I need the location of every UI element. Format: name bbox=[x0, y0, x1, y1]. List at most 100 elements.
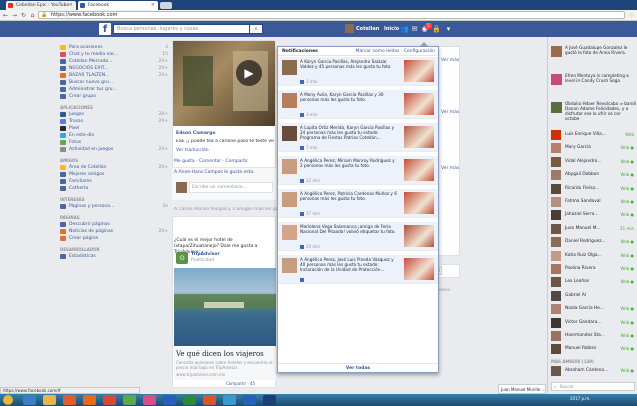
paint-taskbar-icon[interactable] bbox=[143, 395, 156, 405]
chat-friend-row[interactable]: Manuel Robles Web ● bbox=[551, 343, 636, 355]
media-taskbar-icon[interactable] bbox=[63, 395, 76, 405]
chat-friend-row[interactable]: Paolina Rivera Web ● bbox=[551, 263, 636, 275]
notification-item[interactable]: A Angélica Perez, José Luis Pineda Vázqu… bbox=[278, 255, 438, 284]
ie-taskbar-icon[interactable] bbox=[23, 395, 36, 405]
nav-item[interactable]: NEGOCIOS EXIT... 20+ bbox=[60, 65, 170, 72]
nav-item[interactable]: Juegos 20+ bbox=[60, 111, 170, 118]
outlook-taskbar-icon[interactable] bbox=[243, 395, 256, 405]
notification-item[interactable]: A Angélica Perez, Patricia Cardenas Muño… bbox=[278, 189, 438, 218]
home-link[interactable]: Inicio bbox=[384, 26, 399, 32]
likes-line[interactable]: A Anne-Hans Campos le gusta esto. bbox=[174, 170, 255, 176]
comment-input[interactable]: Escribe un comentario... bbox=[189, 182, 273, 193]
notification-item[interactable]: A Karyn Garcia Pasillas, Alejandro Salaz… bbox=[278, 57, 438, 86]
chat-friend-row[interactable]: Fatima Sandoval Web ● bbox=[551, 196, 636, 208]
search-icon[interactable]: ⌕ bbox=[249, 24, 263, 34]
chat-friend-row[interactable]: Jahaziel Serra... Web ● bbox=[551, 209, 636, 221]
post-actions[interactable]: Me gusta · Comentar · Compartir bbox=[174, 159, 248, 165]
ticker-story[interactable]: Obdulio Hdaer Revolcaba ⇒ bandi Danon Ad… bbox=[551, 101, 636, 125]
nav-item[interactable]: Estadísticas bbox=[60, 253, 170, 260]
nav-item[interactable]: Cotellan Mercado... 20+ bbox=[60, 58, 170, 65]
notification-item[interactable]: A Lupita Ortiz Merida, Karyn Garcia Pasi… bbox=[278, 123, 438, 152]
see-more-link[interactable]: Ver más bbox=[441, 110, 459, 116]
nav-item[interactable]: Buscar nuevo gru... bbox=[60, 79, 170, 86]
browser-tab-facebook[interactable]: Facebook × bbox=[78, 1, 158, 10]
nav-item[interactable]: Chat y tu media nar... 15 bbox=[60, 51, 170, 58]
chat-friend-row[interactable]: Juan Manuel M... 21 min bbox=[551, 223, 636, 235]
new-tab-button[interactable] bbox=[160, 2, 172, 9]
friend-requests-icon[interactable]: 👥 bbox=[400, 24, 409, 34]
chat-tab[interactable]: Juan Manuel Murillo ... bbox=[498, 384, 546, 394]
nav-item[interactable]: Trosas 20+ bbox=[60, 118, 170, 125]
messages-icon[interactable]: ✉ bbox=[410, 24, 419, 34]
nav-item[interactable]: Crear grupo bbox=[60, 93, 170, 100]
play-button-icon[interactable]: ▶ bbox=[236, 60, 262, 86]
nav-item[interactable]: Administrar tus gru... bbox=[60, 86, 170, 93]
chat-friend-row[interactable]: Lex Leaños Web ● bbox=[551, 276, 636, 288]
cam-taskbar-icon[interactable] bbox=[223, 395, 236, 405]
chat-friend-row[interactable]: Mary García Web ● bbox=[551, 142, 636, 154]
nav-item[interactable]: Descubrir páginas bbox=[60, 221, 170, 228]
ticker-story[interactable]: A José Guadalupe Gonzalez le gustó la fo… bbox=[551, 45, 636, 69]
ticker-story[interactable]: Efren Montoya is completing a level in C… bbox=[551, 73, 636, 97]
chat-friend-row[interactable]: Abygail Dobbon Web ● bbox=[551, 169, 636, 181]
see-all-notifications-link[interactable]: Ver todas bbox=[278, 363, 438, 372]
video-thumbnail[interactable] bbox=[173, 41, 275, 126]
chrome-taskbar-icon[interactable] bbox=[103, 395, 116, 405]
word-taskbar-icon[interactable] bbox=[163, 395, 176, 405]
facebook-logo[interactable]: f bbox=[99, 23, 111, 35]
browser-tab-youtube[interactable]: Cebollan Epic - YouTube × bbox=[6, 1, 76, 10]
chat-friend-row[interactable]: Daniel Rodriguez... Web ● bbox=[551, 236, 636, 248]
back-icon[interactable]: ← bbox=[1, 11, 10, 20]
see-more-link[interactable]: Ver más bbox=[441, 166, 459, 172]
home-icon[interactable]: ⌂ bbox=[28, 11, 37, 20]
chat-friend-row[interactable]: Haermandez Sta... Web ● bbox=[551, 330, 636, 342]
nav-item[interactable]: Crear página bbox=[60, 235, 170, 242]
forward-icon[interactable]: → bbox=[10, 11, 19, 20]
notification-item[interactable]: A Mony Aviia, Karyn Garcia Pasillas y 30… bbox=[278, 90, 438, 119]
nav-item[interactable]: Mejores amigos bbox=[60, 171, 170, 178]
nav-item[interactable]: Cotherla bbox=[60, 185, 170, 192]
bay-photo[interactable] bbox=[174, 268, 276, 346]
chat-friend-row[interactable]: Naida García He... Web ● bbox=[551, 303, 636, 315]
chat-friend-row[interactable]: Vidal Alejandro... Web ● bbox=[551, 156, 636, 168]
search-input[interactable]: Busca personas, lugares y cosas ⌕ bbox=[113, 24, 263, 34]
close-tab-icon[interactable]: × bbox=[151, 1, 155, 10]
tripadvisor-owl-icon[interactable]: ⊙ bbox=[176, 252, 188, 264]
ad-headline[interactable]: Ve qué dicen los viajeros bbox=[176, 350, 264, 358]
explorer-taskbar-icon[interactable] bbox=[43, 395, 56, 405]
chat-friend-row[interactable]: Luis Enrique Villa... Web bbox=[551, 129, 636, 141]
nav-item[interactable]: Familiares bbox=[60, 178, 170, 185]
chat-friend-row[interactable]: Katia Ruiz Olga... Web ● bbox=[551, 250, 636, 262]
notifications-header-links[interactable]: Marcar como leídas · Configuración bbox=[356, 47, 435, 56]
firefox-taskbar-icon[interactable] bbox=[83, 395, 96, 405]
chat-friend-row[interactable]: Gabriel Al bbox=[551, 290, 636, 302]
address-bar[interactable]: 🔒 https://www.facebook.com bbox=[38, 11, 625, 19]
reload-icon[interactable]: ↻ bbox=[19, 11, 28, 20]
nav-item[interactable]: Páginas y persona... 1k bbox=[60, 203, 170, 210]
nav-item[interactable]: Actividad en juegos 20+ bbox=[60, 146, 170, 153]
star-icon[interactable]: ☆ bbox=[627, 11, 636, 20]
nav-item[interactable]: Fotos bbox=[60, 139, 170, 146]
nav-item[interactable]: Noticias de páginas 20+ bbox=[60, 228, 170, 235]
nav-item[interactable]: Para ocasiones 3 bbox=[60, 44, 170, 51]
system-clock[interactable]: 2017 p.m. bbox=[570, 396, 590, 401]
chat-search-input[interactable]: ⌕ Buscar bbox=[551, 382, 635, 391]
post-author[interactable]: Edson Camargo bbox=[176, 131, 215, 137]
nav-item[interactable]: Pixel bbox=[60, 125, 170, 132]
settings-arrow-icon[interactable]: ▾ bbox=[444, 24, 453, 34]
see-more-link[interactable]: Ver más bbox=[441, 58, 459, 64]
profile-avatar[interactable] bbox=[345, 24, 354, 33]
nav-item[interactable]: BAZAR TLALTEN... 20+ bbox=[60, 72, 170, 79]
profile-link[interactable]: Cotellan bbox=[356, 26, 379, 32]
chat-friend-row[interactable]: Victor Gandara... Web ● bbox=[551, 317, 636, 329]
powerpoint-taskbar-icon[interactable] bbox=[203, 395, 216, 405]
privacy-lock-icon[interactable]: 🔒 bbox=[432, 24, 441, 34]
notification-item[interactable]: A Angélica Perez, Miriam Monroy Rodrigue… bbox=[278, 156, 438, 185]
photoshop-taskbar-icon[interactable] bbox=[263, 395, 276, 405]
ad-share-line[interactable]: Compartir · 45 bbox=[226, 381, 255, 387]
nav-item[interactable]: Área de Cotellán 20+ bbox=[60, 164, 170, 171]
see-translation-link[interactable]: Ver traducción bbox=[176, 148, 209, 154]
chat-friend-row[interactable]: Ricardo Fleisa... Web ● bbox=[551, 183, 636, 195]
chat-friend-row[interactable]: Abraham Cárdena... Web ● bbox=[551, 365, 636, 377]
close-tab-icon[interactable]: × bbox=[69, 1, 73, 10]
